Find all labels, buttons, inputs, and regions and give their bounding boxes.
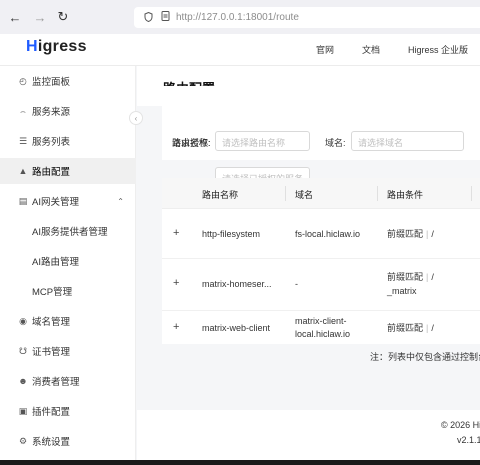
source-icon: ⌢ (20, 105, 26, 116)
user-icon: ☻ (18, 376, 28, 386)
expand-row-button[interactable]: + (173, 227, 179, 239)
window-edge (0, 460, 480, 465)
domain-label: 域名: (325, 138, 346, 148)
domain-cell-line2: local.hiclaw.io (295, 329, 351, 339)
sidebar-item-ai-provider[interactable]: AI服务提供者管理 (0, 218, 136, 244)
table-row[interactable]: + matrix-homeser... - 前缀匹配 | / _matrix (162, 259, 480, 311)
sidebar: ◴ 监控面板 ⌢ 服务来源 ☰ 服务列表 ▲ 路由配置 ▤ AI网关管理 ⌃ A… (0, 66, 136, 460)
col-domain: 域名 (295, 190, 314, 200)
sidebar-item-ai-gateway[interactable]: ▤ AI网关管理 ⌃ (0, 188, 136, 214)
chevron-up-icon: ⌃ (117, 196, 124, 206)
route-name-cell: matrix-web-client (202, 323, 271, 333)
domain-cell: - (295, 279, 298, 289)
col-divider (285, 186, 286, 201)
sidebar-item-service-list[interactable]: ☰ 服务列表 (0, 128, 136, 154)
sidebar-item-domain[interactable]: ◉ 域名管理 (0, 308, 136, 334)
table-row[interactable]: + http-filesystem fs-local.hiclaw.io 前缀匹… (162, 209, 480, 259)
condition-cell: 前缀匹配 | / (387, 272, 434, 282)
domain-cell-line1: matrix-client- (295, 316, 347, 326)
sidebar-item-mcp[interactable]: MCP管理 (0, 278, 136, 304)
sidebar-item-settings[interactable]: ⚙ 系统设置 (0, 428, 136, 454)
ai-gateway-icon: ▤ (18, 195, 28, 206)
chevron-left-icon: ‹ (134, 113, 138, 123)
sidebar-item-dashboard[interactable]: ◴ 监控面板 (0, 68, 136, 94)
shield-icon: ☋ (19, 345, 27, 356)
condition-extra-cell: _matrix (387, 286, 417, 296)
pipe-divider: | (426, 323, 429, 333)
link-enterprise[interactable]: Higress 企业版 (408, 43, 468, 56)
col-route-name: 路由名称 (202, 190, 239, 200)
sidebar-item-plugin[interactable]: ▣ 插件配置 (0, 398, 136, 424)
col-divider (377, 186, 378, 201)
top-header: Higress 官网 文档 Higress 企业版 (0, 34, 480, 66)
table-header: 路由名称 域名 路由条件 (162, 178, 480, 209)
sidebar-item-cert[interactable]: ☋ 证书管理 (0, 338, 136, 364)
sidebar-item-consumer[interactable]: ☻ 消费者管理 (0, 368, 136, 394)
copyright: © 2026 Hi (441, 420, 480, 430)
shield-icon[interactable] (144, 11, 153, 24)
table-row[interactable]: + matrix-web-client matrix-client- local… (162, 311, 480, 344)
top-links: 官网 文档 Higress 企业版 (316, 43, 468, 56)
globe-icon: ◉ (19, 315, 27, 326)
expand-row-button[interactable]: + (173, 321, 179, 333)
list-icon: ☰ (18, 135, 28, 146)
dashboard-icon: ◴ (19, 75, 27, 86)
table-note: 注：列表中仅包含通过控制台 (370, 352, 480, 362)
pipe-divider: | (426, 272, 429, 282)
logo[interactable]: Higress (26, 38, 87, 56)
domain-select[interactable]: 请选择域名 (351, 131, 464, 151)
col-route-condition: 路由条件 (387, 190, 424, 200)
sidebar-item-service-source[interactable]: ⌢ 服务来源 (0, 98, 136, 124)
route-name-cell: http-filesystem (202, 229, 261, 239)
condition-cell: 前缀匹配 | / (387, 229, 434, 239)
route-name-cell: matrix-homeser... (202, 279, 272, 289)
url-text: http://127.0.0.1:18001/route (176, 12, 299, 23)
route-name-select[interactable]: 请选择路由名称 (215, 131, 310, 151)
back-arrow-icon[interactable]: ← (4, 6, 26, 28)
expand-row-button[interactable]: + (173, 277, 179, 289)
sidebar-item-ai-route[interactable]: AI路由管理 (0, 248, 136, 274)
version: v2.1.1 (457, 435, 480, 445)
pipe-divider: | (426, 229, 429, 239)
domain-cell: fs-local.hiclaw.io (295, 229, 361, 239)
forward-arrow-icon[interactable]: → (29, 6, 51, 28)
browser-toolbar: ← → ↻ http://127.0.0.1:18001/route (0, 0, 480, 34)
reload-icon[interactable]: ↻ (52, 6, 74, 28)
footer: © 2026 Hi v2.1.1 (137, 410, 480, 460)
route-icon: ▲ (18, 166, 28, 176)
col-divider (471, 186, 472, 201)
route-name-label: 路由名称: (172, 138, 211, 148)
route-table: 路由名称 域名 路由条件 + http-filesystem fs-local.… (162, 178, 480, 344)
link-docs[interactable]: 文档 (362, 43, 380, 56)
address-bar[interactable]: http://127.0.0.1:18001/route (134, 7, 480, 28)
sidebar-collapse-button[interactable]: ‹ (129, 111, 143, 125)
page-info-icon[interactable] (161, 11, 170, 24)
link-official-site[interactable]: 官网 (316, 43, 334, 56)
condition-cell: 前缀匹配 | / (387, 323, 434, 333)
gear-icon: ⚙ (18, 435, 28, 446)
sidebar-item-route-config[interactable]: ▲ 路由配置 (0, 158, 136, 184)
plugin-icon: ▣ (18, 405, 28, 416)
